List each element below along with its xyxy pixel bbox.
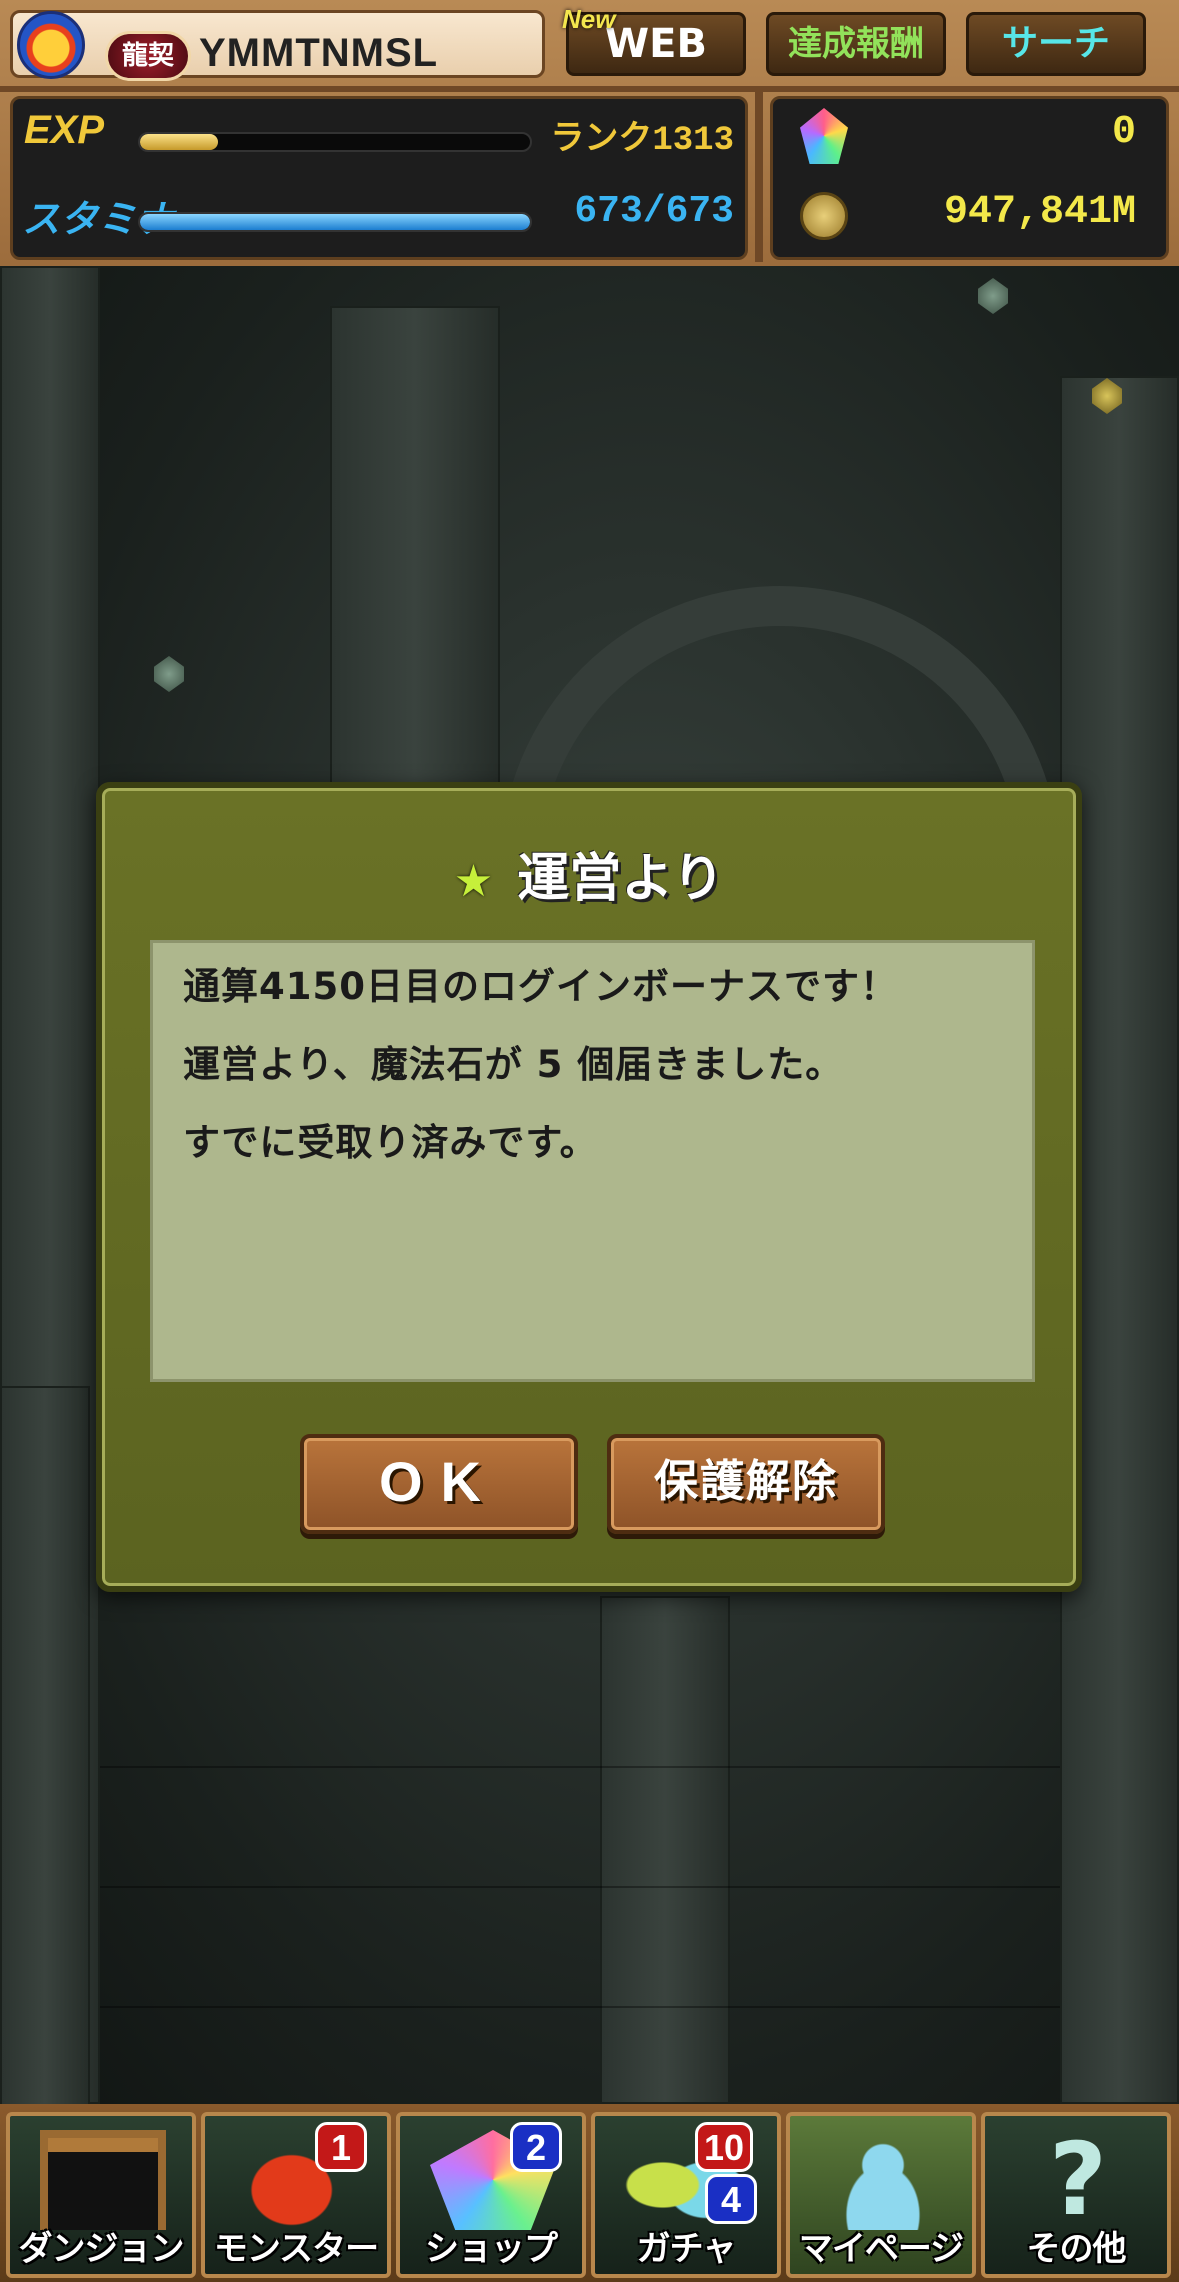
nav-label: ガチャ xyxy=(636,2229,737,2269)
player-name: YMMTNMSL xyxy=(199,31,439,75)
user-icon xyxy=(820,2130,946,2230)
floor-line xyxy=(100,2006,1060,2008)
nav-label: ショップ xyxy=(425,2229,558,2269)
dialog-title-text: 運営より xyxy=(517,849,725,909)
wall-lamp-icon xyxy=(154,656,184,692)
stamina-value: 673/673 xyxy=(574,190,734,233)
player-name-plate[interactable]: 龍契 YMMTNMSL xyxy=(10,10,545,81)
floor-line xyxy=(100,1766,1060,1768)
divider xyxy=(755,92,763,262)
monster-badge: 1 xyxy=(315,2122,367,2172)
message-line: 通算4150日目のログインボーナスです！ xyxy=(183,965,898,1008)
shop-badge: 2 xyxy=(510,2122,562,2172)
nav-label: モンスター xyxy=(213,2229,379,2269)
player-avatar[interactable] xyxy=(17,11,85,79)
nav-label: ダンジョン xyxy=(18,2229,185,2269)
notice-dialog: ★ 運営より 通算4150日目のログインボーナスです！ 運営より、魔法石が 5 個… xyxy=(96,782,1082,1592)
dialog-title: ★ 運営より xyxy=(102,836,1076,911)
nav-label: その他 xyxy=(1026,2229,1127,2269)
divider xyxy=(0,86,1179,92)
nav-dungeon[interactable]: ダンジョン xyxy=(6,2112,196,2278)
search-button[interactable]: サーチ xyxy=(966,12,1146,76)
unprotect-button-label: 保護解除 xyxy=(654,1456,838,1507)
message-box: 通算4150日目のログインボーナスです！ 運営より、魔法石が 5 個届きました。… xyxy=(150,940,1035,1382)
blue-gem-icon xyxy=(978,278,1008,314)
exp-bar-fill xyxy=(140,134,218,150)
web-button-label: WEB xyxy=(605,21,707,67)
exp-label: EXP xyxy=(24,108,105,152)
message-line: すでに受取り済みです。 xyxy=(183,1121,598,1164)
gacha-badge: 10 xyxy=(695,2122,754,2172)
center-pillar xyxy=(600,1596,730,2104)
stamina-bar-fill xyxy=(140,214,530,230)
player-title-badge: 龍契 xyxy=(105,31,191,81)
exp-bar xyxy=(138,132,532,152)
nav-label: マイページ xyxy=(798,2229,964,2269)
gacha-badge-secondary: 4 xyxy=(705,2174,757,2224)
magic-stone-count[interactable]: 0 xyxy=(900,110,1136,155)
search-button-label: サーチ xyxy=(1001,23,1110,64)
bottom-navigation: ダンジョン 1 モンスター 2 ショップ 10 4 ガチャ マイページ ? その… xyxy=(0,2104,1179,2282)
new-tag: New xyxy=(562,4,616,34)
unprotect-button[interactable]: 保護解除 xyxy=(607,1434,885,1534)
floor-line xyxy=(100,1886,1060,1888)
nav-mypage[interactable]: マイページ xyxy=(786,2112,976,2278)
nav-other[interactable]: ? その他 xyxy=(981,2112,1171,2278)
ok-button-label: OK xyxy=(379,1450,499,1513)
nav-gacha[interactable]: 10 4 ガチャ xyxy=(591,2112,781,2278)
dungeon-gate-icon xyxy=(40,2130,166,2230)
achievements-button-label: 達成報酬 xyxy=(788,24,924,64)
coin-icon xyxy=(800,192,848,240)
coin-count: 947,841M xyxy=(943,190,1136,235)
status-header: 龍契 YMMTNMSL New WEB 達成報酬 サーチ EXP ランク1313… xyxy=(0,0,1179,266)
stamina-bar xyxy=(138,212,532,232)
nav-monster[interactable]: 1 モンスター xyxy=(201,2112,391,2278)
message-line: 運営より、魔法石が 5 個届きました。 xyxy=(183,1043,844,1086)
question-icon: ? xyxy=(1048,2121,1107,2238)
nav-shop[interactable]: 2 ショップ xyxy=(396,2112,586,2278)
front-left-pillar xyxy=(0,1386,90,2104)
rank-text: ランク1313 xyxy=(550,122,734,160)
star-icon: ★ xyxy=(453,856,494,907)
ok-button[interactable]: OK xyxy=(300,1434,578,1534)
achievements-button[interactable]: 達成報酬 xyxy=(766,12,946,76)
